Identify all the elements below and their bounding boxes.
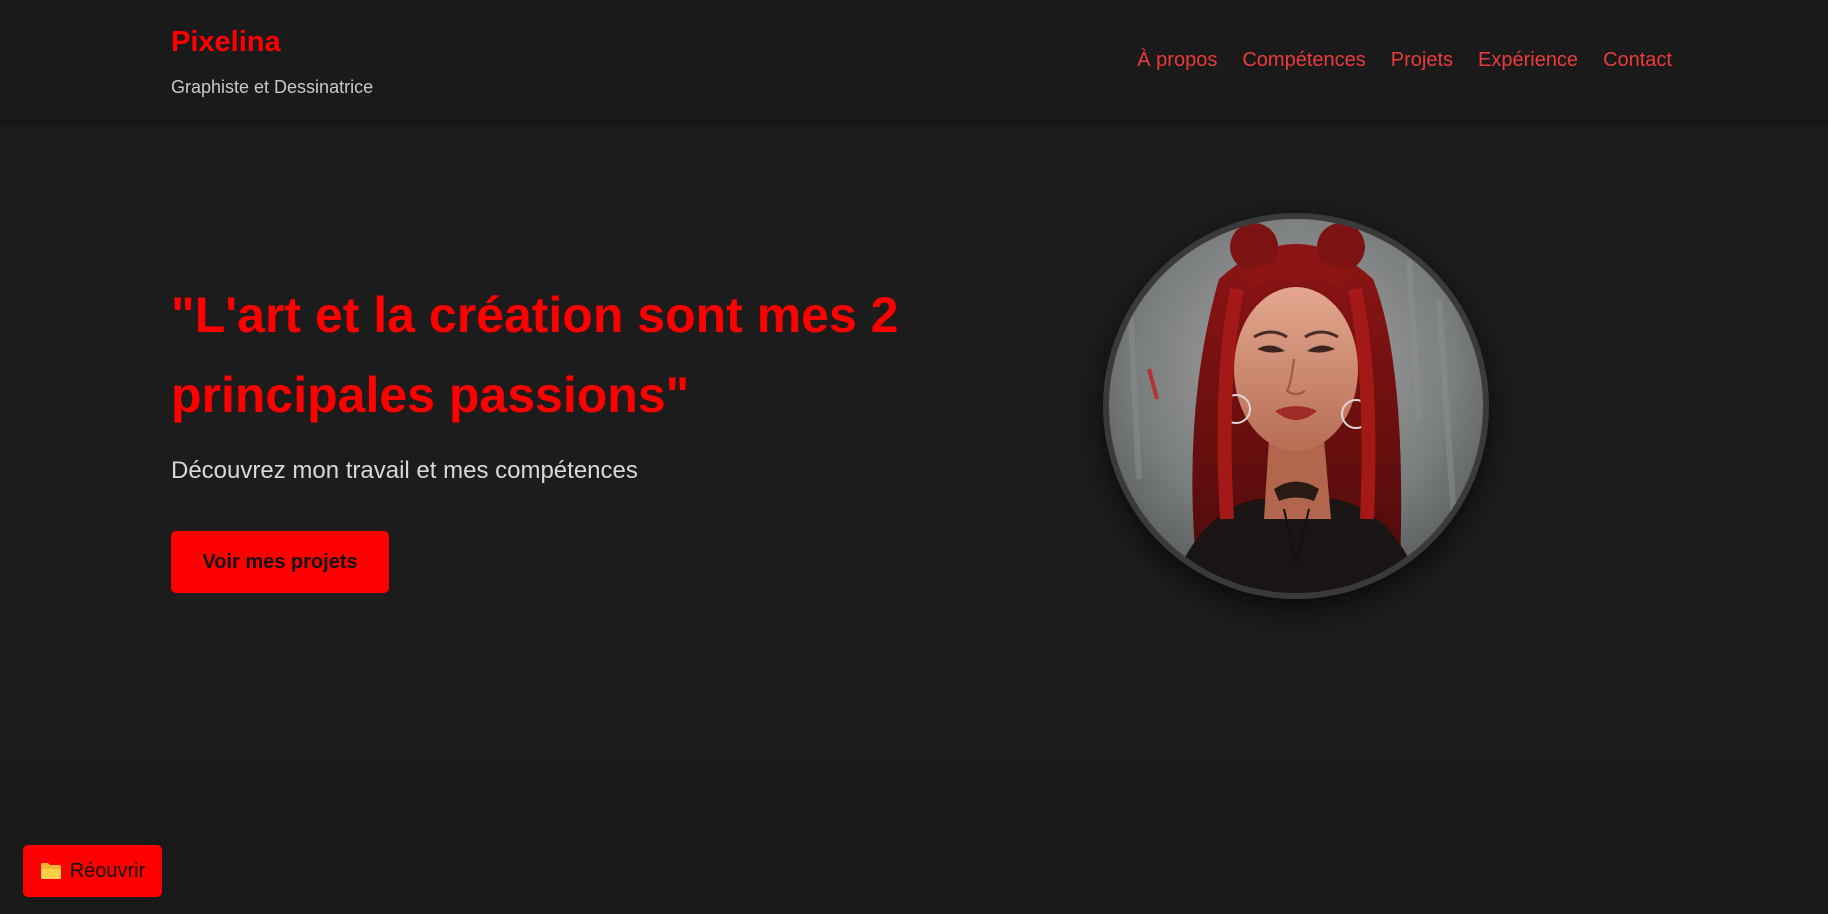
nav-link-skills[interactable]: Compétences (1242, 48, 1365, 72)
nav-link-contact[interactable]: Contact (1603, 48, 1672, 72)
hero-section: "L'art et la création sont mes 2 princip… (0, 120, 1828, 758)
portrait-image (1109, 219, 1483, 593)
hero-headline: "L'art et la création sont mes 2 princip… (171, 287, 899, 423)
nav-link-projects[interactable]: Projets (1391, 48, 1453, 72)
folder-icon (40, 862, 62, 880)
site-logo-title[interactable]: Pixelina (171, 25, 281, 59)
view-projects-button[interactable]: Voir mes projets (171, 531, 389, 593)
site-header: Pixelina Graphiste et Dessinatrice À pro… (0, 0, 1828, 120)
hero-subtext: Découvrez mon travail et mes compétences (171, 457, 638, 484)
next-section (0, 758, 1828, 914)
nav-link-experience[interactable]: Expérience (1478, 48, 1578, 72)
reopen-label: Réouvrir (69, 859, 146, 882)
main-nav: À propos Compétences Projets Expérience … (1137, 48, 1672, 72)
nav-link-about[interactable]: À propos (1137, 48, 1217, 72)
site-tagline: Graphiste et Dessinatrice (171, 77, 374, 97)
reopen-button[interactable]: Réouvrir (23, 845, 162, 897)
portrait-frame (1103, 213, 1489, 599)
